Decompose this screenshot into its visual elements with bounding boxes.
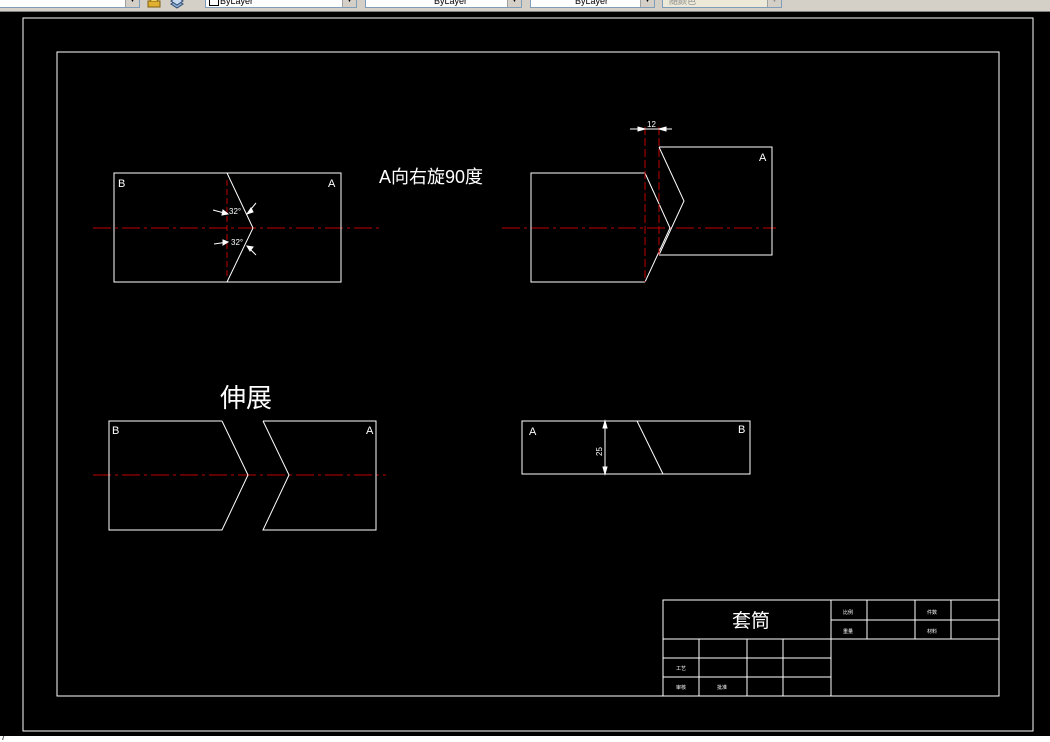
lineweight-control[interactable]: ByLayer ▼ [530, 0, 655, 8]
properties-toolbar: ▼ ByLayer ▼ ByLayer ▼ ByLayer ▼ 随颜色 ▼ [0, 0, 1050, 12]
chamfer-line [636, 420, 664, 475]
block-a-outline [659, 146, 773, 256]
angle-dimension-upper: 32° [229, 207, 241, 216]
arrow-icon [637, 126, 647, 132]
approve-label: 批准 [717, 684, 727, 691]
arrow-icon [602, 466, 608, 476]
side-outline [521, 420, 751, 475]
chevron-down-icon: ▼ [767, 0, 781, 7]
chevron-down-icon: ▼ [640, 0, 654, 7]
view-label-a: A [759, 152, 767, 164]
rotation-note: A向右旋90度 [379, 167, 483, 187]
layer-previous-icon[interactable] [170, 0, 184, 9]
paper-border [22, 17, 1034, 732]
drawing-svg[interactable]: B A 32° 32° A向右旋90度 12 A 伸展 B A A B 25 套… [0, 12, 1050, 736]
plotstyle-control: 随颜色 ▼ [662, 0, 782, 8]
chevron-down-icon: ▼ [507, 0, 521, 7]
arrow-icon [657, 126, 667, 132]
color-swatch [209, 0, 219, 6]
part-name: 套筒 [732, 610, 770, 632]
chamfer-a [658, 146, 685, 256]
view-label-b: B [738, 424, 745, 436]
model-space-canvas[interactable]: B A 32° 32° A向右旋90度 12 A 伸展 B A A B 25 套… [0, 12, 1050, 736]
angle-dimension-lower: 32° [231, 238, 243, 247]
make-layer-current-icon[interactable] [147, 0, 161, 9]
drawing-frame [56, 51, 1000, 697]
review-label: 审核 [676, 684, 686, 691]
unfold-title: 伸展 [220, 383, 272, 413]
height-dimension: 25 [595, 447, 604, 456]
chevron-down-icon: ▼ [342, 0, 356, 7]
arrow-icon [246, 245, 254, 252]
title-block [662, 599, 1000, 697]
offset-dimension: 12 [647, 120, 656, 129]
material-label: 材料 [927, 628, 937, 635]
weight-label: 重量 [843, 628, 853, 635]
view-label-b: B [118, 178, 125, 190]
layer-dropdown[interactable]: ▼ [0, 0, 140, 8]
ratio-label: 比例 [843, 609, 853, 616]
view-label-a: A [529, 426, 537, 438]
view-bottom-left [93, 420, 386, 531]
linetype-control[interactable]: ByLayer ▼ [365, 0, 522, 8]
process-label: 工艺 [676, 666, 686, 672]
view-label-b: B [112, 425, 119, 437]
view-label-a: A [328, 178, 336, 190]
qty-label: 件数 [927, 609, 937, 616]
chevron-down-icon: ▼ [125, 0, 139, 7]
arrow-icon [245, 207, 254, 215]
view-label-a: A [366, 425, 374, 437]
status-line: 7 [0, 733, 1050, 742]
arrow-icon [602, 419, 608, 429]
view-top-left [93, 172, 381, 283]
view-bottom-right [521, 419, 751, 476]
view-top-right [502, 126, 776, 283]
color-control[interactable]: ByLayer ▼ [205, 0, 357, 8]
